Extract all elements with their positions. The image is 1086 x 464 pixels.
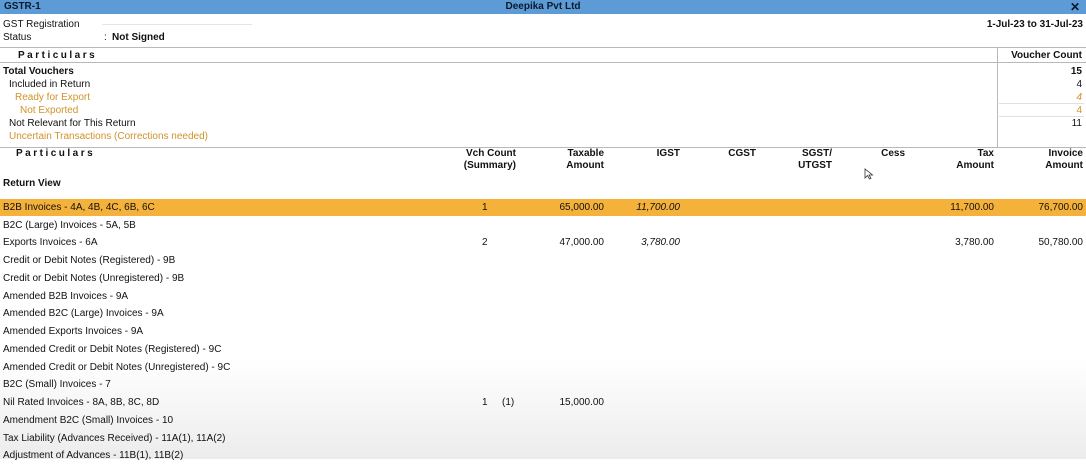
gst-registration-field[interactable] xyxy=(102,14,252,25)
column-header-line: Taxable xyxy=(567,148,605,159)
column-header-cess: Cess xyxy=(881,148,905,159)
table-row[interactable]: Amended B2C (Large) Invoices - 9A xyxy=(0,305,1086,322)
row-invoice-amount: 76,700.00 xyxy=(1038,202,1084,213)
row-taxable-amount: 47,000.00 xyxy=(559,237,605,248)
column-header-invoice: Invoice Amount xyxy=(1045,148,1083,172)
company-name: Deepika Pvt Ltd xyxy=(505,1,581,12)
summary-row-value: 4 xyxy=(1076,79,1082,90)
value-cell-box xyxy=(999,92,1084,104)
row-invoice-amount: 50,780.00 xyxy=(1038,237,1084,248)
row-tax-amount: 3,780.00 xyxy=(955,237,994,248)
column-header-line: UTGST xyxy=(798,160,832,171)
row-name: Amended Credit or Debit Notes (Unregiste… xyxy=(3,362,231,373)
table-row[interactable]: Credit or Debit Notes (Registered) - 9B xyxy=(0,252,1086,269)
status-value: Not Signed xyxy=(112,32,165,43)
table-row[interactable]: Amended Credit or Debit Notes (Registere… xyxy=(0,341,1086,358)
column-header-line: Amount xyxy=(956,160,994,171)
row-vch-count: 2 xyxy=(482,237,488,248)
row-name: Credit or Debit Notes (Registered) - 9B xyxy=(3,255,176,266)
column-header-sgst: SGST/ UTGST xyxy=(798,148,832,172)
summary-row-label: Included in Return xyxy=(9,79,91,90)
summary-row-label: Not Exported xyxy=(20,105,79,116)
divider xyxy=(0,62,1086,63)
column-header-line: SGST/ xyxy=(801,148,832,159)
table-row[interactable]: B2C (Large) Invoices - 5A, 5B xyxy=(0,217,1086,234)
column-header-cgst: CGST xyxy=(728,148,756,159)
summary-particulars-header: Particulars xyxy=(18,50,98,61)
period-range[interactable]: 1-Jul-23 to 31-Jul-23 xyxy=(987,19,1083,30)
row-name: Exports Invoices - 6A xyxy=(3,237,98,248)
status-colon: : xyxy=(104,32,107,43)
column-header-tax: Tax Amount xyxy=(956,148,994,172)
row-name: Amended B2C (Large) Invoices - 9A xyxy=(3,308,164,319)
row-name: B2C (Large) Invoices - 5A, 5B xyxy=(3,220,136,231)
summary-panel: Particulars Voucher Count Total Vouchers… xyxy=(0,47,1086,148)
column-header-line: Invoice xyxy=(1048,148,1083,159)
summary-row-label: Uncertain Transactions (Corrections need… xyxy=(9,131,208,142)
table-row[interactable]: Amendment B2C (Small) Invoices - 10 xyxy=(0,412,1086,429)
value-cell-box xyxy=(999,105,1084,117)
column-header-line: Vch Count xyxy=(466,148,516,159)
row-name: B2B Invoices - 4A, 4B, 4C, 6B, 6C xyxy=(3,202,155,213)
row-taxable-amount: 15,000.00 xyxy=(559,397,605,408)
row-name: Amended Exports Invoices - 9A xyxy=(3,326,144,337)
table-row[interactable]: B2B Invoices - 4A, 4B, 4C, 6B, 6C 1 65,0… xyxy=(0,199,1086,216)
summary-row-value: 4 xyxy=(1076,92,1082,103)
close-icon[interactable]: ✕ xyxy=(1070,0,1080,14)
summary-row-value: 15 xyxy=(1070,66,1082,77)
row-igst: 3,780.00 xyxy=(641,237,680,248)
summary-row-not-relevant[interactable]: Not Relevant for This Return 11 xyxy=(0,118,1086,130)
table-header: Particulars Vch Count (Summary) Taxable … xyxy=(0,146,1086,174)
summary-row-value: 11 xyxy=(1071,118,1082,129)
row-vch-count-summary: (1) xyxy=(502,397,515,408)
table-row[interactable]: B2C (Small) Invoices - 7 xyxy=(0,376,1086,393)
column-header-line: Amount xyxy=(1045,160,1083,171)
row-vch-count: 1 xyxy=(482,202,488,213)
summary-row-value: 4 xyxy=(1076,105,1082,116)
table-row[interactable]: Credit or Debit Notes (Unregistered) - 9… xyxy=(0,270,1086,287)
report-header: GST Registration Status : Not Signed 1-J… xyxy=(0,14,1086,46)
mouse-cursor-icon xyxy=(864,168,874,180)
column-header-igst: IGST xyxy=(656,148,680,159)
row-name: Adjustment of Advances - 11B(1), 11B(2) xyxy=(3,450,184,461)
summary-row-ready-for-export[interactable]: Ready for Export 4 xyxy=(0,92,1086,104)
column-header-line: Amount xyxy=(566,160,604,171)
status-label: Status xyxy=(3,32,32,43)
row-name: Amended Credit or Debit Notes (Registere… xyxy=(3,344,222,355)
summary-row-label: Not Relevant for This Return xyxy=(9,118,136,129)
table-row[interactable]: Amended Credit or Debit Notes (Unregiste… xyxy=(0,359,1086,376)
row-tax-amount: 11,700.00 xyxy=(950,202,994,213)
column-header-taxable: Taxable Amount xyxy=(566,148,604,172)
row-name: Amendment B2C (Small) Invoices - 10 xyxy=(3,415,174,426)
table-row[interactable]: Nil Rated Invoices - 8A, 8B, 8C, 8D 1 (1… xyxy=(0,394,1086,411)
row-name: Amended B2B Invoices - 9A xyxy=(3,291,129,302)
row-vch-count: 1 xyxy=(482,397,488,408)
summary-row-label: Total Vouchers xyxy=(3,66,74,77)
table-row[interactable]: Amended B2B Invoices - 9A xyxy=(0,288,1086,305)
row-taxable-amount: 65,000.00 xyxy=(559,202,605,213)
row-name: Nil Rated Invoices - 8A, 8B, 8C, 8D xyxy=(3,397,160,408)
row-igst: 11,700.00 xyxy=(636,202,680,213)
column-header-line: Tax xyxy=(977,148,995,159)
return-view-table: B2B Invoices - 4A, 4B, 4C, 6B, 6C 1 65,0… xyxy=(0,199,1086,461)
summary-row-uncertain[interactable]: Uncertain Transactions (Corrections need… xyxy=(0,131,1086,143)
summary-row-label: Ready for Export xyxy=(15,92,91,103)
table-row[interactable]: Tax Liability (Advances Received) - 11A(… xyxy=(0,430,1086,447)
summary-row-included[interactable]: Included in Return 4 xyxy=(0,79,1086,91)
column-header-particulars: Particulars xyxy=(16,148,96,159)
table-row[interactable]: Adjustment of Advances - 11B(1), 11B(2) xyxy=(0,447,1086,464)
column-header-line: (Summary) xyxy=(463,160,516,171)
table-row[interactable]: Amended Exports Invoices - 9A xyxy=(0,323,1086,340)
summary-row-total-vouchers[interactable]: Total Vouchers 15 xyxy=(0,66,1086,78)
return-view-heading: Return View xyxy=(3,178,61,189)
row-name: Tax Liability (Advances Received) - 11A(… xyxy=(3,433,226,444)
gst-registration-label: GST Registration xyxy=(3,19,80,30)
row-name: B2C (Small) Invoices - 7 xyxy=(3,379,111,390)
summary-row-not-exported[interactable]: Not Exported 4 xyxy=(0,105,1086,117)
table-row[interactable]: Exports Invoices - 6A 2 47,000.00 3,780.… xyxy=(0,234,1086,251)
row-name: Credit or Debit Notes (Unregistered) - 9… xyxy=(3,273,185,284)
column-header-vch-count: Vch Count (Summary) xyxy=(452,148,516,172)
voucher-count-header: Voucher Count xyxy=(1011,50,1082,61)
title-bar: GSTR-1 Deepika Pvt Ltd ✕ xyxy=(0,0,1086,14)
